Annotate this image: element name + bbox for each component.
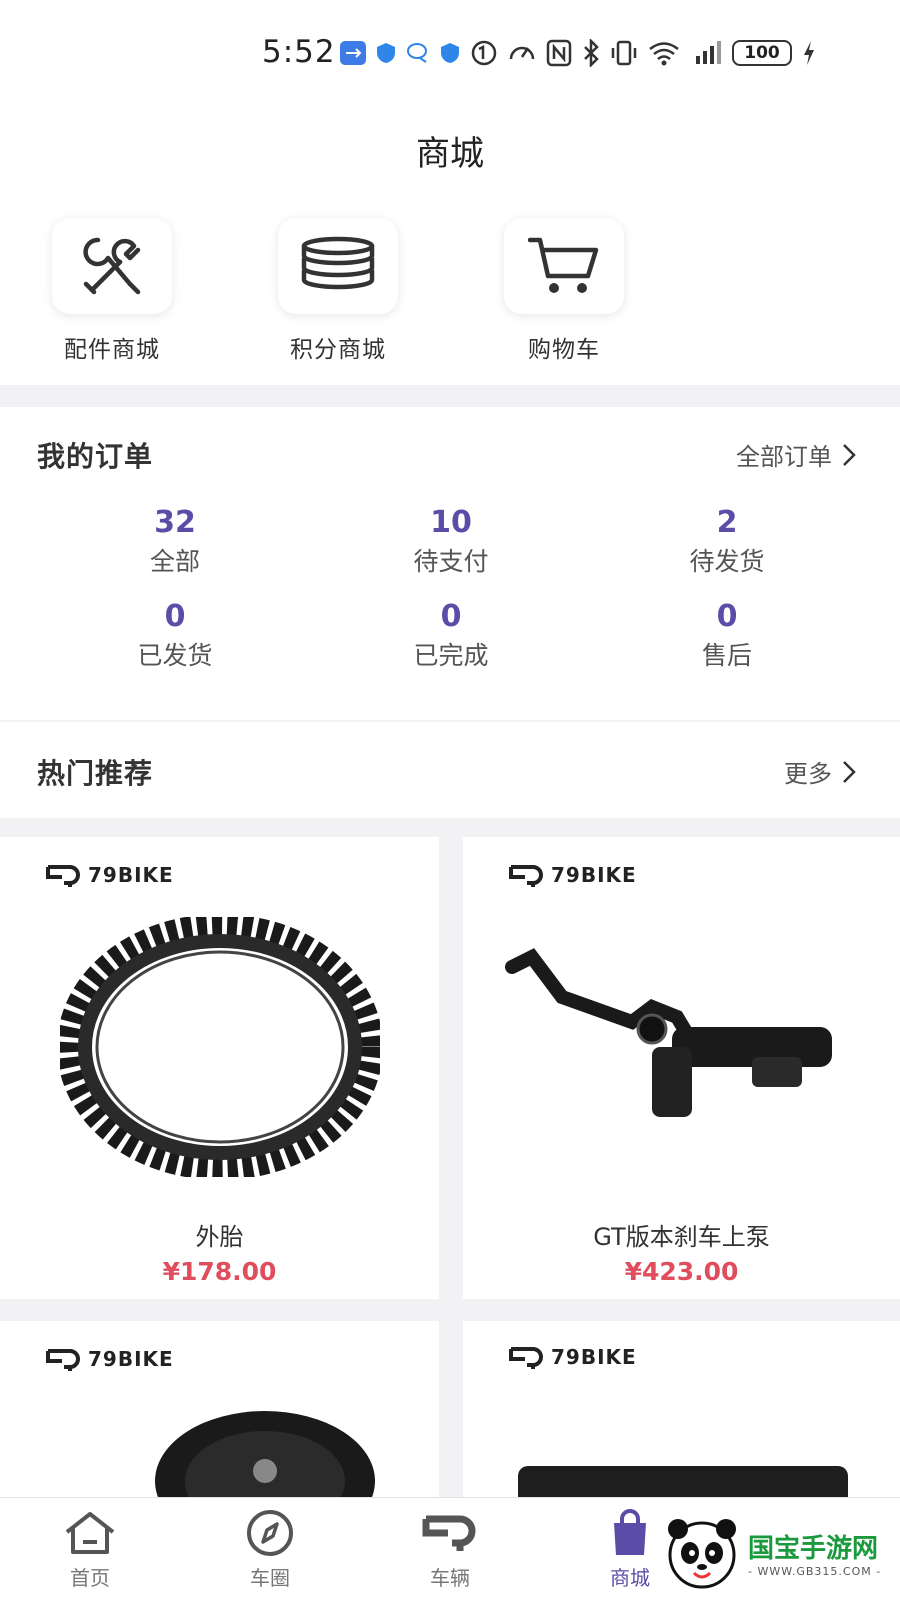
brand-mark-icon (422, 1515, 476, 1551)
tab-community[interactable]: 车圈 (210, 1508, 330, 1591)
tab-label: 首页 (70, 1566, 110, 1590)
order-stat-value: 0 (440, 599, 462, 634)
watermark-url: - WWW.GB315.COM - (748, 1564, 882, 1578)
tab-vehicle[interactable]: 车辆 (390, 1508, 510, 1591)
brand-mark-icon (46, 865, 80, 887)
shopping-bag-icon (614, 1509, 646, 1555)
product-image (518, 1466, 848, 1497)
brand-logo: 79BIKE (46, 1347, 174, 1371)
status-time: 5:52 (262, 34, 336, 70)
tire-image (59, 917, 380, 1177)
product-price: ¥423.00 (624, 1257, 739, 1286)
vibrate-icon (610, 38, 638, 68)
order-stat-value: 32 (154, 505, 196, 540)
charging-icon (802, 38, 816, 68)
chevron-right-icon (843, 443, 856, 466)
order-stat-completed[interactable]: 0 已完成 (351, 599, 551, 673)
order-stat-shipped[interactable]: 0 已发货 (75, 599, 275, 673)
product-name: 外胎 (195, 1223, 244, 1251)
product-name: GT版本刹车上泵 (593, 1223, 770, 1251)
watermark-title: 国宝手游网 (748, 1533, 879, 1564)
order-stat-pending-payment[interactable]: 10 待支付 (351, 505, 551, 579)
brand-mark-icon (46, 1349, 80, 1371)
tab-label: 车圈 (250, 1566, 290, 1590)
nfc-icon (546, 38, 572, 68)
signal-icon (690, 38, 722, 68)
speedometer-icon (508, 38, 536, 68)
panda-logo-icon (668, 1518, 736, 1588)
quick-link-points-mall[interactable]: 积分商城 (263, 218, 413, 364)
chevron-right-icon (843, 760, 856, 783)
watermark: 国宝手游网 - WWW.GB315.COM - (650, 1505, 900, 1600)
order-stat-label: 待支付 (413, 547, 489, 576)
tab-home[interactable]: 首页 (30, 1508, 150, 1591)
status-icons: 100 (340, 38, 816, 68)
usb-icon (340, 38, 366, 68)
order-stat-value: 0 (716, 599, 738, 634)
coins-icon (301, 236, 375, 290)
product-image (155, 1411, 375, 1497)
quick-link-box (52, 218, 172, 314)
compass-icon (247, 1510, 293, 1556)
order-stat-value: 2 (716, 505, 738, 540)
order-stat-label: 全部 (149, 547, 200, 576)
order-stat-after-sales[interactable]: 0 售后 (627, 599, 827, 673)
product-card[interactable]: 79BIKE GT版本刹车上泵 ¥423.00 (463, 837, 900, 1299)
order-stat-pending-shipment[interactable]: 2 待发货 (627, 505, 827, 579)
more-label: 更多 (784, 760, 832, 788)
hot-section-header: 热门推荐 更多 (0, 722, 900, 818)
product-card[interactable]: 79BIKE (0, 1321, 439, 1497)
status-bar: 5:52 100 (0, 0, 900, 100)
tools-icon (83, 237, 141, 295)
brand-mark-icon (509, 865, 543, 887)
page-title: 商城 (416, 133, 484, 174)
orders-section: 我的订单 全部订单 32 全部 10 待支付 2 待发货 0 已发货 0 已完成… (0, 407, 900, 720)
order-stat-value: 10 (430, 505, 472, 540)
order-stat-label: 待发货 (689, 547, 765, 576)
chat-sync-icon (406, 38, 430, 68)
all-orders-link[interactable]: 全部订单 (736, 437, 856, 472)
shield-icon (376, 38, 396, 68)
battery-indicator: 100 (732, 40, 792, 66)
brand-logo: 79BIKE (46, 863, 174, 887)
brand-name: 79BIKE (551, 863, 637, 887)
cart-icon (528, 237, 599, 293)
orders-title: 我的订单 (37, 440, 154, 473)
wifi-icon (648, 38, 680, 68)
more-link[interactable]: 更多 (784, 754, 856, 789)
order-stat-label: 售后 (701, 641, 752, 670)
brand-logo: 79BIKE (509, 863, 637, 887)
product-image (0, 917, 439, 1177)
order-stat-label: 已发货 (137, 641, 213, 670)
quick-link-label: 配件商城 (64, 337, 160, 363)
brake-lever-image (504, 948, 832, 1117)
order-stat-all[interactable]: 32 全部 (75, 505, 275, 579)
brand-logo: 79BIKE (509, 1345, 637, 1369)
product-card[interactable]: 79BIKE (463, 1321, 900, 1497)
product-price: ¥178.00 (162, 1257, 277, 1286)
hot-title: 热门推荐 (37, 757, 154, 790)
brand-name: 79BIKE (88, 863, 174, 887)
quick-link-parts-mall[interactable]: 配件商城 (37, 218, 187, 364)
quick-link-box (278, 218, 398, 314)
brand-name: 79BIKE (88, 1347, 174, 1371)
order-stat-value: 0 (164, 599, 186, 634)
bluetooth-icon (582, 38, 600, 68)
brand-mark-icon (509, 1347, 543, 1369)
quick-link-label: 购物车 (528, 337, 600, 363)
quick-link-label: 积分商城 (290, 337, 386, 363)
quick-links: 配件商城 积分商城 购物车 (0, 200, 900, 385)
order-stat-label: 已完成 (413, 641, 489, 670)
shield-icon (440, 38, 460, 68)
quick-link-cart[interactable]: 购物车 (489, 218, 639, 364)
all-orders-label: 全部订单 (736, 443, 832, 471)
brand-name: 79BIKE (551, 1345, 637, 1369)
tab-label: 车辆 (430, 1566, 470, 1590)
product-image (463, 917, 900, 1177)
header: 商城 (0, 100, 900, 200)
home-icon (65, 1512, 115, 1554)
product-card[interactable]: 79BIKE 外胎 ¥178.00 (0, 837, 439, 1299)
quick-link-box (504, 218, 624, 314)
data-saver-icon (470, 38, 498, 68)
